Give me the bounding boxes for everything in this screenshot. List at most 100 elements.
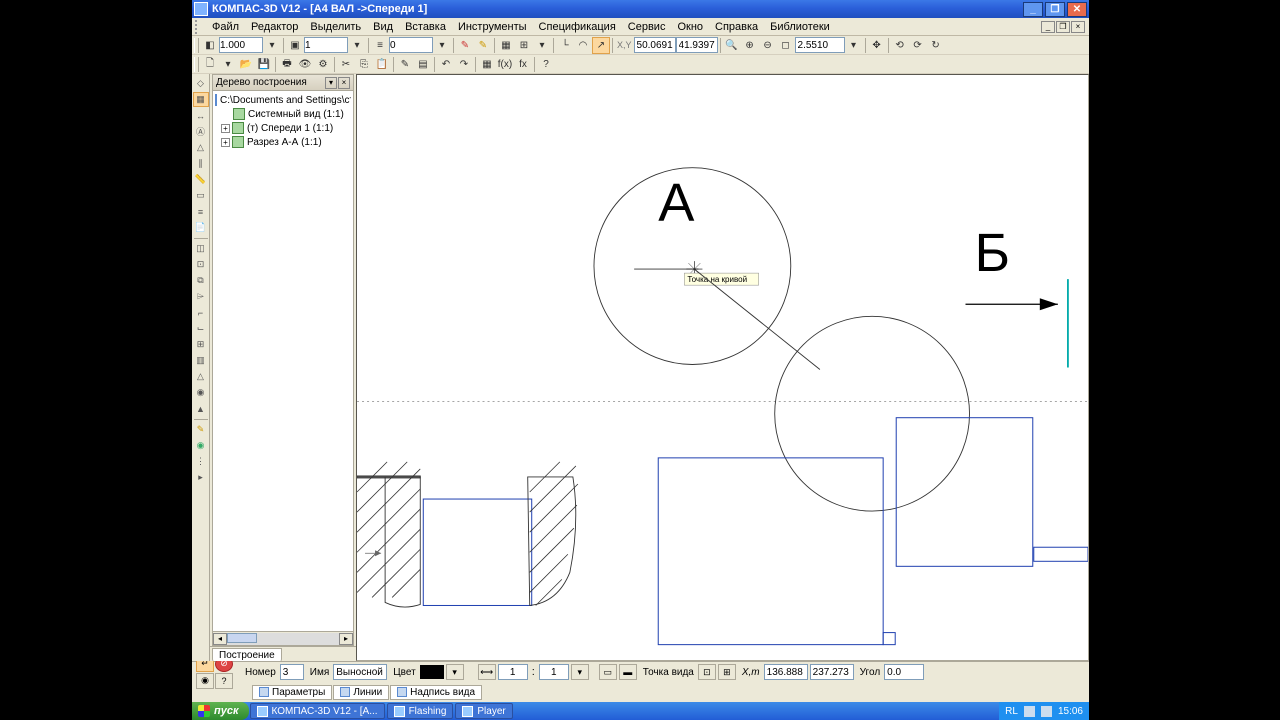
help-icon[interactable]: ? xyxy=(215,673,233,689)
y-input[interactable] xyxy=(810,664,854,680)
tool-10-icon[interactable]: ◉ xyxy=(193,385,209,400)
tree-body[interactable]: C:\Documents and Settings\студе Системны… xyxy=(213,91,353,631)
task-kompas[interactable]: КОМПАС-3D V12 - [А... xyxy=(250,703,385,719)
tree-close-icon[interactable]: × xyxy=(338,77,350,89)
edit-icon[interactable]: △ xyxy=(193,140,209,155)
opt2-icon[interactable]: ▬ xyxy=(619,664,637,680)
ortho-icon[interactable]: └ xyxy=(556,37,574,54)
reports-icon[interactable]: 📄 xyxy=(193,220,209,235)
task-flashing[interactable]: Flashing xyxy=(387,703,454,719)
tool-3-icon[interactable]: ⧉ xyxy=(193,273,209,288)
aux-icon[interactable]: ◉ xyxy=(193,438,209,453)
menu-file[interactable]: Файл xyxy=(206,19,245,35)
maximize-button[interactable]: ❐ xyxy=(1045,2,1065,17)
highlight-icon[interactable]: ✎ xyxy=(474,37,492,54)
brush-icon[interactable]: ✎ xyxy=(456,37,474,54)
more-icon[interactable]: ⋮ xyxy=(193,454,209,469)
expand-icon[interactable]: + xyxy=(221,124,230,133)
point-icon[interactable]: ✎ xyxy=(193,422,209,437)
tool-9-icon[interactable]: △ xyxy=(193,369,209,384)
page-combo[interactable] xyxy=(304,37,348,53)
system-tray[interactable]: RL 15:06 xyxy=(999,702,1089,720)
new-icon[interactable]: 🗋 xyxy=(201,56,219,73)
dropdown-icon[interactable]: ▾ xyxy=(219,56,237,73)
menu-libraries[interactable]: Библиотеки xyxy=(764,19,836,35)
refresh-icon[interactable]: ⟳ xyxy=(909,37,927,54)
rebuild-icon[interactable]: ⟲ xyxy=(891,37,909,54)
notation-icon[interactable]: Ⓐ xyxy=(193,124,209,139)
tool-7-icon[interactable]: ⊞ xyxy=(193,337,209,352)
tool-5-icon[interactable]: ⌐ xyxy=(193,305,209,320)
menu-window[interactable]: Окно xyxy=(671,19,709,35)
color-swatch[interactable] xyxy=(420,665,444,679)
tool-4-icon[interactable]: ⌲ xyxy=(193,289,209,304)
tab-caption[interactable]: Надпись вида xyxy=(390,685,482,700)
dropdown-icon[interactable]: ▾ xyxy=(533,37,551,54)
dimensions-icon[interactable]: ↔ xyxy=(193,108,209,123)
tray-icon[interactable] xyxy=(1041,706,1052,717)
zoom-window-icon[interactable]: 🔍 xyxy=(723,37,741,54)
redo-icon[interactable]: ↷ xyxy=(455,56,473,73)
geometry-icon[interactable]: ◇ xyxy=(193,76,209,91)
tree-item[interactable]: + Разрез А-А (1:1) xyxy=(215,135,351,149)
tree-root[interactable]: C:\Documents and Settings\студе xyxy=(215,93,351,107)
local-cs-icon[interactable]: ↗ xyxy=(592,37,610,54)
style-icon[interactable]: ✎ xyxy=(396,56,414,73)
scale2-input[interactable] xyxy=(539,664,569,680)
expand-icon[interactable]: + xyxy=(221,138,230,147)
tool-8-icon[interactable]: ▥ xyxy=(193,353,209,368)
tree-item[interactable]: Системный вид (1:1) xyxy=(215,107,351,121)
redraw-icon[interactable]: ↻ xyxy=(927,37,945,54)
copy-icon[interactable]: ⎘ xyxy=(355,56,373,73)
views-icon[interactable]: ▦ xyxy=(193,92,209,107)
tree-pin-icon[interactable]: ▾ xyxy=(325,77,337,89)
clock[interactable]: 15:06 xyxy=(1058,706,1083,717)
menu-help[interactable]: Справка xyxy=(709,19,764,35)
scale-lock-icon[interactable]: ⟷ xyxy=(478,664,496,680)
lang-indicator[interactable]: RL xyxy=(1005,706,1018,717)
library-icon[interactable]: ▦ xyxy=(478,56,496,73)
layer-combo[interactable] xyxy=(389,37,433,53)
dropdown-icon[interactable]: ▾ xyxy=(348,37,366,54)
spec-icon[interactable]: ≡ xyxy=(193,204,209,219)
point-pick-icon[interactable]: ⊞ xyxy=(718,664,736,680)
tab-params[interactable]: Параметры xyxy=(252,685,332,700)
scale-combo[interactable] xyxy=(219,37,263,53)
tool-11-icon[interactable]: ▲ xyxy=(193,401,209,416)
tab-build[interactable]: Построение xyxy=(212,648,282,661)
task-player[interactable]: Player xyxy=(455,703,512,719)
point-mode-icon[interactable]: ⊡ xyxy=(698,664,716,680)
zoom-out-icon[interactable]: ⊖ xyxy=(759,37,777,54)
zoom-in-icon[interactable]: ⊕ xyxy=(741,37,759,54)
round-icon[interactable]: ◠ xyxy=(574,37,592,54)
mdi-close[interactable]: × xyxy=(1071,21,1085,33)
cut-icon[interactable]: ✂ xyxy=(337,56,355,73)
scale1-input[interactable] xyxy=(498,664,528,680)
dropdown-icon[interactable]: ▾ xyxy=(446,664,464,680)
dropdown-icon[interactable]: ▾ xyxy=(263,37,281,54)
tab-lines[interactable]: Линии xyxy=(333,685,389,700)
expand-icon[interactable]: ▸ xyxy=(193,470,209,485)
variables-icon[interactable]: f(x) xyxy=(496,56,514,73)
tool-2-icon[interactable]: ⊡ xyxy=(193,257,209,272)
menu-insert[interactable]: Вставка xyxy=(399,19,452,35)
preview-icon[interactable]: 👁 xyxy=(296,56,314,73)
save-icon[interactable]: 💾 xyxy=(255,56,273,73)
current-layer-icon[interactable]: ▣ xyxy=(286,37,304,54)
print-icon[interactable]: 🖶 xyxy=(278,56,296,73)
zoom-input[interactable] xyxy=(795,37,845,53)
grid-icon[interactable]: ▦ xyxy=(497,37,515,54)
menu-select[interactable]: Выделить xyxy=(304,19,367,35)
tree-hscroll[interactable]: ◂ ▸ xyxy=(213,631,353,645)
scroll-thumb[interactable] xyxy=(227,633,257,643)
dropdown-icon[interactable]: ▾ xyxy=(433,37,451,54)
dropdown-icon[interactable]: ▾ xyxy=(845,37,863,54)
menu-edit[interactable]: Редактор xyxy=(245,19,304,35)
props-icon[interactable]: ⚙ xyxy=(314,56,332,73)
angle-input[interactable] xyxy=(884,664,924,680)
menu-service[interactable]: Сервис xyxy=(622,19,672,35)
mdi-max[interactable]: ❐ xyxy=(1056,21,1070,33)
mdi-min[interactable]: _ xyxy=(1041,21,1055,33)
select-icon[interactable]: ▭ xyxy=(193,188,209,203)
zoom-fit-icon[interactable]: ◻ xyxy=(777,37,795,54)
